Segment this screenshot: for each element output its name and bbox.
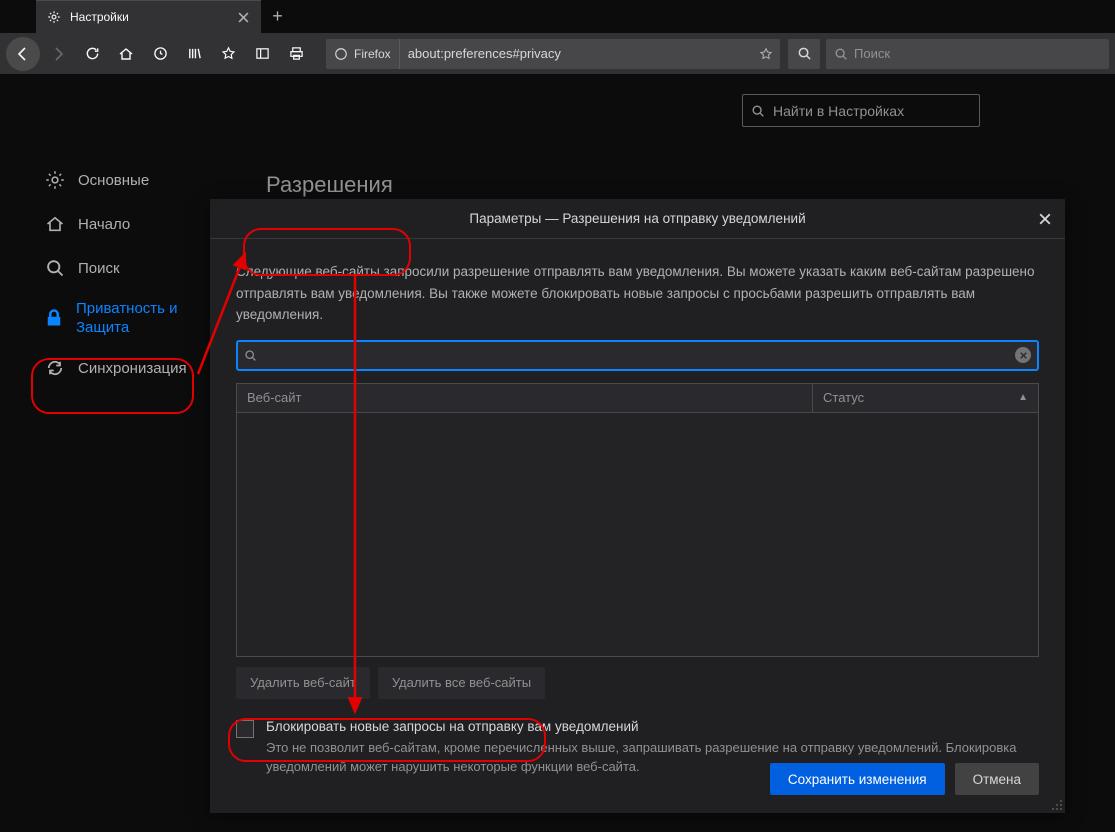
sidebar-item-label: Начало (78, 216, 130, 233)
identity-box[interactable]: Firefox (326, 39, 400, 69)
browser-toolbar: Firefox about:preferences#privacy Поиск (0, 33, 1115, 74)
forward-button[interactable] (42, 38, 74, 70)
cancel-button[interactable]: Отмена (955, 763, 1039, 795)
permissions-table-body (236, 413, 1039, 657)
search-icon (751, 104, 765, 118)
search-button[interactable] (788, 39, 820, 69)
search-icon (44, 257, 66, 279)
lock-icon (44, 307, 64, 329)
block-new-requests-label: Блокировать новые запросы на отправку ва… (266, 719, 1039, 734)
save-button[interactable]: Сохранить изменения (770, 763, 945, 795)
sidebar-item-label: Поиск (78, 260, 120, 277)
sidebar-item-label: Синхронизация (78, 360, 187, 377)
remove-all-sites-button[interactable]: Удалить все веб-сайты (378, 667, 545, 699)
sync-icon (44, 357, 66, 379)
sort-arrow-icon: ▲ (1018, 392, 1028, 403)
home-icon (44, 213, 66, 235)
clear-search-button[interactable] (1015, 347, 1031, 363)
tab-bar: Настройки + (0, 0, 1115, 33)
bookmark-star-icon[interactable] (752, 47, 780, 61)
resize-grip-icon[interactable] (1051, 799, 1063, 811)
sidebar-item-general[interactable]: Основные (40, 158, 200, 202)
back-button[interactable] (6, 37, 40, 71)
sidebar-item-home[interactable]: Начало (40, 202, 200, 246)
gear-icon (44, 169, 66, 191)
notifications-permissions-dialog: Параметры — Разрешения на отправку уведо… (210, 199, 1065, 813)
column-header-site[interactable]: Веб-сайт (237, 384, 813, 412)
sidebar-item-sync[interactable]: Синхронизация (40, 346, 200, 390)
dialog-search-field[interactable] (265, 348, 1007, 363)
settings-search-placeholder: Найти в Настройках (773, 103, 904, 119)
tab-title: Настройки (70, 10, 227, 24)
sidebar-item-label: Приватность и Защита (76, 299, 196, 338)
sidebar-item-label: Основные (78, 172, 149, 189)
gear-icon (46, 9, 62, 25)
dialog-search-input[interactable] (236, 340, 1039, 371)
sidebar-item-privacy[interactable]: Приватность и Защита (40, 290, 200, 346)
settings-search-input[interactable]: Найти в Настройках (742, 94, 980, 127)
close-icon[interactable] (235, 9, 251, 25)
browser-tab[interactable]: Настройки (36, 0, 261, 33)
search-icon (834, 47, 848, 61)
search-icon (244, 349, 257, 362)
dialog-title: Параметры — Разрешения на отправку уведо… (469, 211, 805, 226)
preferences-sidebar: Основные Начало Поиск Приватность и Защи… (40, 158, 200, 390)
sidebar-item-search[interactable]: Поиск (40, 246, 200, 290)
search-placeholder: Поиск (854, 46, 890, 61)
remove-site-button[interactable]: Удалить веб-сайт (236, 667, 370, 699)
permissions-table-header: Веб-сайт Статус ▲ (236, 383, 1039, 413)
dialog-header: Параметры — Разрешения на отправку уведо… (210, 199, 1065, 239)
sidebar-toggle-button[interactable] (246, 38, 278, 70)
toolbar-search-box[interactable]: Поиск (826, 39, 1109, 69)
dialog-description: Следующие веб-сайты запросили разрешение… (236, 261, 1039, 326)
dialog-close-button[interactable] (1033, 207, 1057, 231)
preferences-content: Найти в Настройках Основные Начало Поиск (0, 74, 1115, 832)
bookmarks-button[interactable] (212, 38, 244, 70)
url-bar[interactable]: Firefox about:preferences#privacy (326, 39, 780, 69)
home-button[interactable] (110, 38, 142, 70)
url-text: about:preferences#privacy (400, 46, 752, 61)
reload-button[interactable] (76, 38, 108, 70)
library-button[interactable] (178, 38, 210, 70)
identity-label: Firefox (354, 47, 391, 61)
history-button[interactable] (144, 38, 176, 70)
column-header-status[interactable]: Статус ▲ (813, 384, 1038, 412)
new-tab-button[interactable]: + (261, 0, 294, 33)
firefox-icon (334, 47, 348, 61)
block-new-requests-checkbox[interactable] (236, 720, 254, 738)
print-button[interactable] (280, 38, 312, 70)
section-heading-permissions: Разрешения (266, 172, 393, 198)
